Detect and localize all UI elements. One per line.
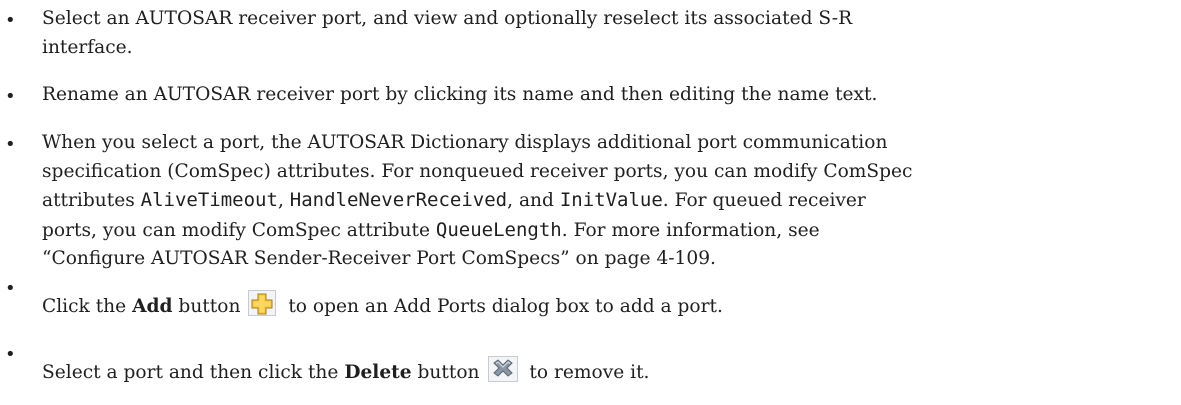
delete-port-icon bbox=[487, 356, 518, 382]
code-init-value: InitValue bbox=[559, 189, 663, 212]
item-text: When you select a port, the AUTOSAR Dict… bbox=[42, 129, 1152, 274]
item-text-line: . For queued receiver bbox=[662, 190, 866, 212]
bullet-marker: • bbox=[5, 278, 16, 299]
item-text: Click the Add button to open an Add Port… bbox=[42, 290, 1152, 322]
code-queue-length: QueueLength bbox=[435, 218, 562, 241]
item-text-line: , and bbox=[507, 190, 560, 212]
add-port-icon bbox=[248, 290, 277, 316]
item-text-line: , bbox=[277, 190, 290, 212]
add-label: Add bbox=[132, 296, 173, 317]
item-text: Rename an AUTOSAR receiver port by click… bbox=[42, 81, 1152, 110]
item-text-line: Click the bbox=[42, 296, 133, 317]
bullet-marker: • bbox=[5, 134, 16, 155]
item-text-line: to remove it. bbox=[523, 362, 650, 383]
bullet-marker: • bbox=[5, 86, 16, 107]
item-text-line: When you select a port, the AUTOSAR Dict… bbox=[42, 132, 888, 153]
item-text-line: Select an AUTOSAR receiver port, and vie… bbox=[42, 8, 853, 29]
item-text-line: ports, you can modify ComSpec attribute bbox=[42, 219, 436, 241]
item-text-line: interface. bbox=[42, 36, 133, 58]
item-text-line: button bbox=[411, 362, 480, 383]
delete-label: Delete bbox=[344, 362, 412, 383]
bullet-marker: • bbox=[5, 10, 16, 31]
item-text-line: . For more information, see bbox=[561, 219, 820, 241]
item-text-line: button bbox=[172, 296, 241, 317]
item-text-line: Rename an AUTOSAR receiver port by click… bbox=[42, 84, 878, 105]
code-alive-timeout: AliveTimeout bbox=[140, 189, 278, 212]
cross-reference-link[interactable]: “Configure AUTOSAR Sender-Receiver Port … bbox=[42, 248, 716, 269]
documentation-page: • Select an AUTOSAR receiver port, and v… bbox=[0, 0, 1181, 405]
item-text-line: attributes bbox=[42, 190, 141, 212]
code-handle-never-received: HandleNeverReceived bbox=[289, 189, 508, 212]
item-text: Select a port and then click the Delete … bbox=[42, 356, 1152, 388]
bullet-marker: • bbox=[5, 344, 16, 365]
item-text-line: specification (ComSpec) attributes. For … bbox=[42, 160, 913, 182]
item-text-line: Select a port and then click the bbox=[42, 362, 345, 383]
item-text: Select an AUTOSAR receiver port, and vie… bbox=[42, 5, 1152, 62]
item-text-line: to open an Add Ports dialog box to add a… bbox=[282, 296, 723, 317]
